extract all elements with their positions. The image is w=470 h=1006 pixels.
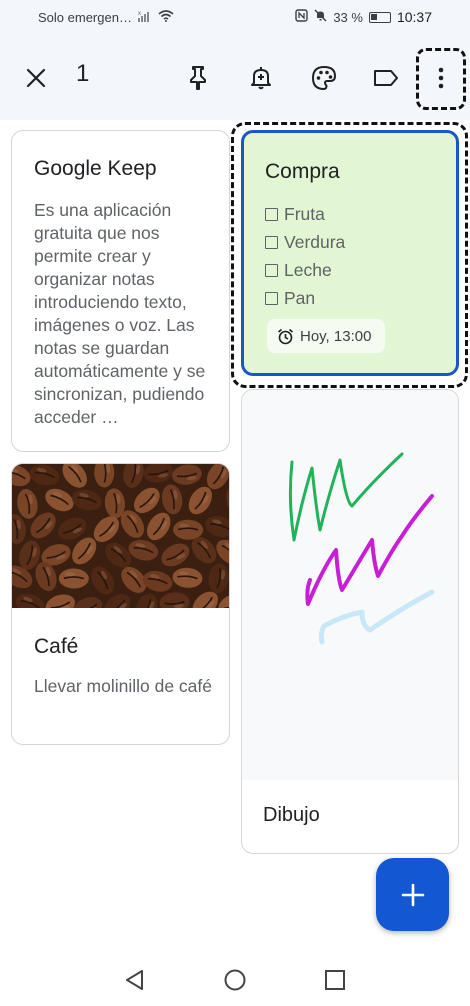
more-options-highlight [416, 48, 466, 110]
note-title: Café [34, 635, 79, 658]
recents-square-icon [325, 970, 345, 990]
note-card-dibujo[interactable]: Dibujo [241, 389, 459, 854]
checklist-item-label: Leche [284, 259, 332, 280]
checkbox-icon [265, 263, 278, 277]
pin-button[interactable] [176, 56, 220, 100]
note-body: Es una aplicación gratuita que nos permi… [34, 200, 206, 427]
pin-icon [190, 66, 206, 90]
checklist-item[interactable]: Fruta [265, 200, 345, 228]
close-selection-button[interactable] [14, 56, 58, 100]
checkbox-icon [265, 235, 278, 249]
selected-count: 1 [76, 60, 90, 87]
label-button[interactable] [364, 56, 408, 100]
checklist-item-label: Pan [284, 287, 316, 308]
battery-text: 33 % [333, 9, 363, 25]
home-button[interactable] [221, 966, 249, 994]
note-title: Google Keep [34, 157, 157, 180]
reminder-chip[interactable]: Hoy, 13:00 [267, 319, 385, 353]
clock: 10:37 [396, 9, 432, 25]
wifi-icon [158, 10, 174, 25]
recents-button[interactable] [321, 966, 349, 994]
selection-toolbar: 1 [0, 36, 470, 120]
note-title: Dibujo [263, 804, 320, 826]
mute-icon [314, 9, 327, 25]
carrier-text: Solo emergen… [38, 10, 132, 25]
signal-icon: x [137, 10, 152, 25]
plus-icon [401, 883, 424, 906]
status-bar: Solo emergen… x 33 % 10:37 [0, 0, 470, 36]
back-button[interactable] [120, 966, 148, 994]
back-triangle-icon [126, 970, 143, 990]
label-icon [374, 70, 398, 86]
checklist-item[interactable]: Leche [265, 256, 345, 284]
close-icon [26, 68, 46, 88]
coffee-beans-image [12, 464, 229, 608]
battery-icon [368, 11, 391, 23]
checklist: Fruta Verdura Leche Pan [265, 200, 345, 312]
change-color-button[interactable] [302, 56, 346, 100]
reminder-text: Hoy, 13:00 [300, 327, 372, 345]
svg-text:x: x [138, 11, 141, 17]
alarm-clock-icon [277, 328, 294, 344]
note-card-compra[interactable]: Compra Fruta Verdura Leche Pan Hoy, 13:0… [241, 130, 459, 376]
checklist-item[interactable]: Verdura [265, 228, 345, 256]
home-circle-icon [224, 969, 246, 991]
new-note-button[interactable] [376, 858, 449, 931]
checklist-item[interactable]: Pan [265, 284, 345, 312]
add-reminder-button[interactable] [239, 56, 283, 100]
nfc-icon [295, 9, 309, 25]
drawing-canvas [242, 390, 458, 780]
checkbox-icon [265, 207, 278, 221]
note-card-cafe[interactable]: Café Llevar molinillo de café [11, 463, 230, 745]
system-navigation-bar [0, 956, 470, 1006]
note-title: Compra [265, 160, 340, 183]
checkbox-icon [265, 291, 278, 305]
note-body: Llevar molinillo de café [34, 676, 213, 696]
checklist-item-label: Fruta [284, 203, 325, 224]
note-card-google-keep[interactable]: Google Keep Es una aplicación gratuita q… [11, 130, 230, 452]
add-reminder-icon [251, 67, 271, 90]
checklist-item-label: Verdura [284, 231, 346, 252]
palette-icon [311, 65, 337, 91]
